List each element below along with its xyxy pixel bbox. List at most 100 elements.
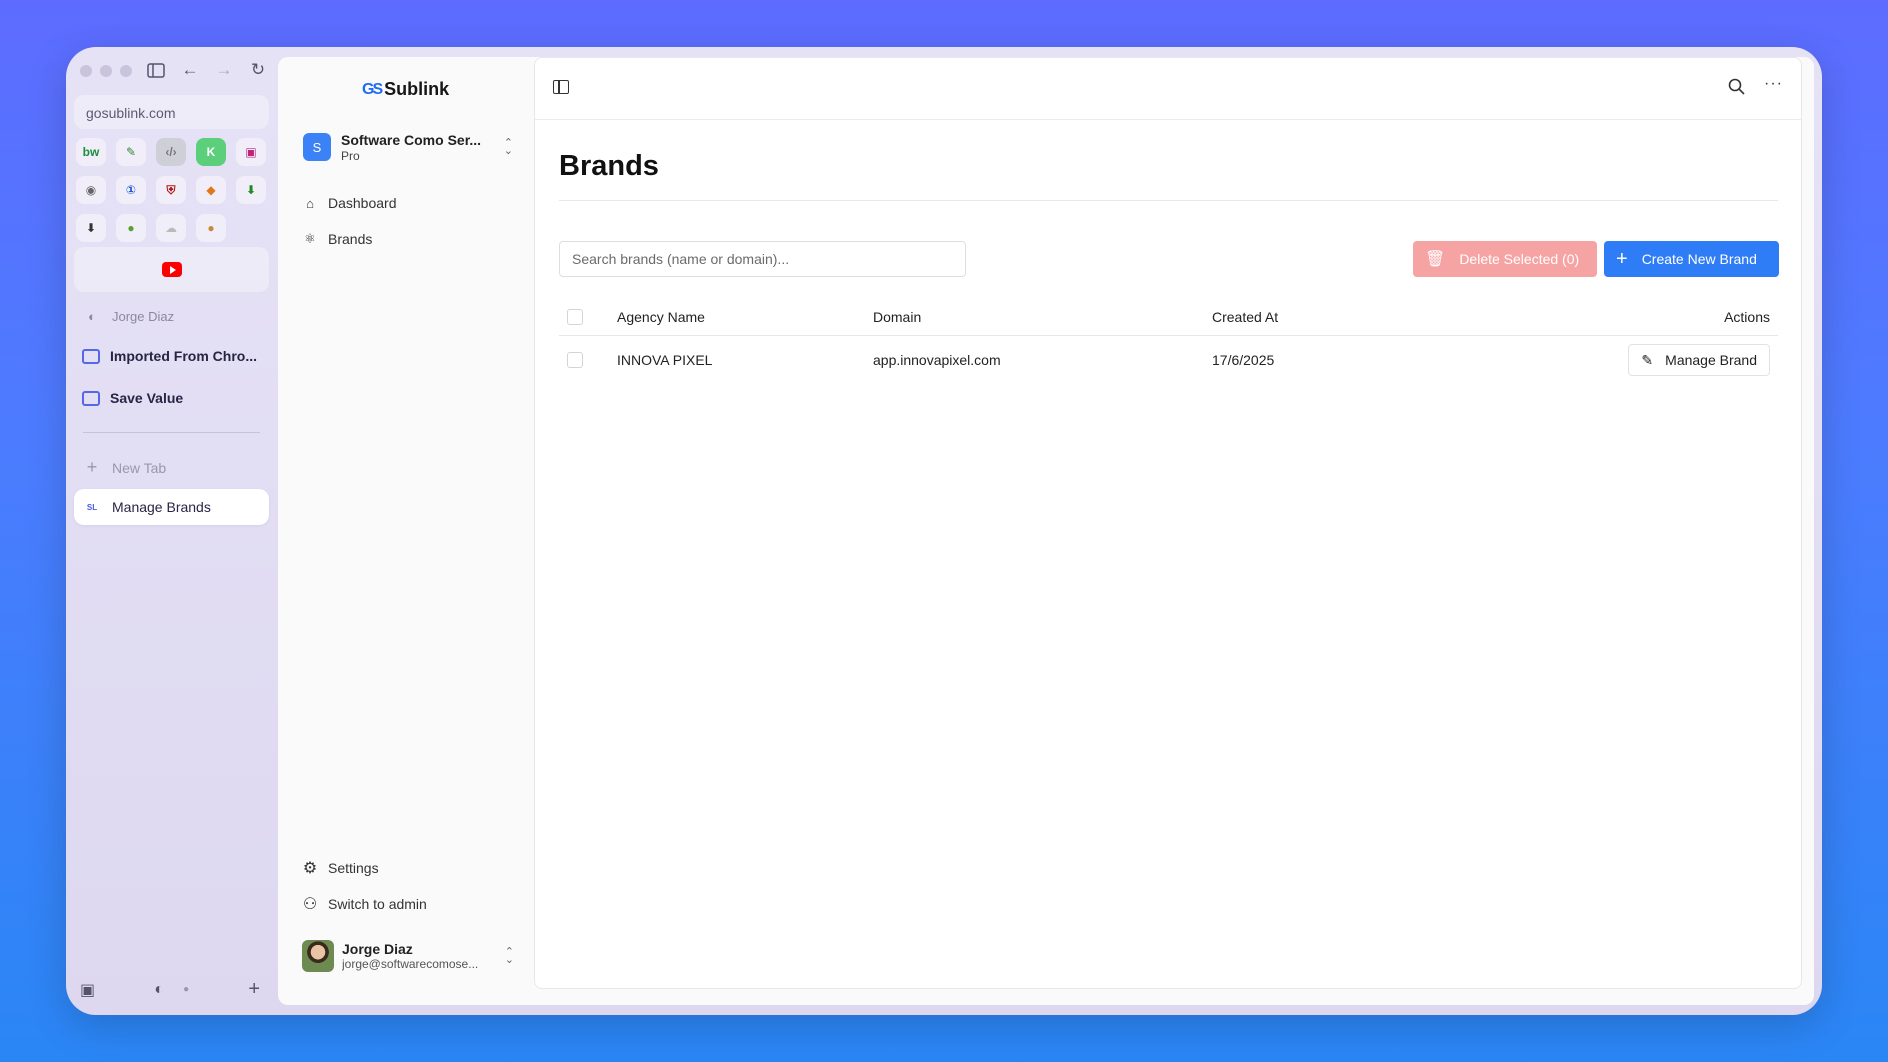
search-icon[interactable] [1728,78,1745,100]
user-name: Jorge Diaz [342,941,413,957]
logo-mark-icon: GS [362,80,383,98]
column-header: Actions [1724,308,1770,325]
archive-icon[interactable]: ▣ [80,980,95,1000]
window-controls [80,65,132,77]
profile-row[interactable]: ◐ Jorge Diaz [74,309,269,324]
space-dot-icon[interactable]: ● [183,984,189,995]
chevron-up-down-icon: ⌃ ⌄ [504,946,514,966]
new-tab-button[interactable]: + New Tab [74,457,269,478]
1password-favicon-icon[interactable]: ① [116,176,146,204]
user-cog-icon: ⚇ [302,896,318,913]
sidebar-item-label: Dashboard [328,195,397,211]
chevron-up-down-icon: ⌃ ⌄ [503,137,513,157]
logo-text: Sublink [384,79,450,99]
app-sidebar: GS Sublink S Software Como Ser... Pro ⌃ ⌄… [278,57,534,1005]
table-row: INNOVA PIXEL app.innovapixel.com 17/6/20… [559,336,1778,384]
agency-name-cell: INNOVA PIXEL [617,352,713,368]
folder-label: Imported From Chro... [110,348,257,364]
column-header[interactable]: Agency Name [617,309,705,325]
column-header[interactable]: Domain [873,309,921,325]
top-bar: ··· [535,58,1801,120]
sidebar-item-label: Settings [328,860,379,876]
search-input[interactable] [559,241,966,277]
sublink-favicon-icon: SL [86,502,98,512]
atom-icon: ⚛ [304,231,316,246]
folder-imported[interactable]: Imported From Chro... [74,348,269,364]
sidebar-item-dashboard[interactable]: ⌂ Dashboard [302,195,397,211]
cloud-favicon-icon[interactable]: ☁ [156,214,186,242]
panel-toggle-icon[interactable] [553,80,569,94]
delete-label: Delete Selected (0) [1459,251,1580,267]
download-favicon-icon[interactable]: ⬇ [236,176,266,204]
sidebar-item-settings[interactable]: ⚙ Settings [302,858,379,878]
close-window-button[interactable] [80,65,92,77]
browser-sidebar: ← → ↻ gosublink.com bw ✎ ‹/› K ▣ ◉ ① ⛨ ◆… [66,47,272,1015]
pencil-icon: ✎ [1641,351,1654,368]
forward-arrow-icon[interactable]: → [212,58,236,82]
sidebar-divider [83,432,260,433]
sidebar-item-label: Switch to admin [328,896,427,912]
bw-favicon-icon[interactable]: bw [76,138,106,166]
download-box-favicon-icon[interactable]: ⬇ [76,214,106,242]
pinned-tab-youtube[interactable] [74,247,269,292]
pinned-favicons: bw ✎ ‹/› K ▣ ◉ ① ⛨ ◆ ⬇ ⬇ ● ☁ ● [76,138,266,242]
camera-favicon-icon[interactable]: ◉ [76,176,106,204]
gear-icon: ⚙ [302,860,318,877]
create-brand-button[interactable]: + Create New Brand [1604,241,1779,277]
folder-icon [82,348,100,364]
planet-icon[interactable]: ◐ [154,981,164,999]
new-tab-label: New Tab [112,459,167,476]
fox-favicon-icon[interactable]: ◆ [196,176,226,204]
sidebar-toggle-icon[interactable] [144,58,168,82]
row-checkbox[interactable] [567,352,583,368]
column-header[interactable]: Created At [1212,309,1278,325]
table-header: Agency Name Domain Created At Actions [559,298,1778,336]
folder-label: Save Value [110,390,184,406]
brands-table: Agency Name Domain Created At Actions IN… [559,298,1778,384]
url-bar[interactable]: gosublink.com [74,95,269,129]
select-all-checkbox[interactable] [567,308,583,325]
apple-favicon-icon[interactable]: ● [116,214,146,242]
screen-favicon-icon[interactable]: ▣ [236,138,266,166]
planet-icon: ◐ [88,309,96,324]
code-favicon-icon[interactable]: ‹/› [156,138,186,166]
avatar [302,940,334,972]
reload-icon[interactable]: ↻ [246,58,270,82]
cookie-favicon-icon[interactable]: ● [196,214,226,242]
team-switcher[interactable]: S Software Como Ser... Pro ⌃ ⌄ [303,127,513,167]
sublink-logo[interactable]: GS Sublink [362,79,449,100]
team-avatar: S [303,133,331,161]
page-title: Brands [559,150,659,182]
minimize-window-button[interactable] [100,65,112,77]
shield-favicon-icon[interactable]: ⛨ [156,176,186,204]
browser-nav: ← → ↻ [144,58,270,82]
user-email: jorge@softwarecomose... [342,957,479,971]
user-menu[interactable]: Jorge Diaz jorge@softwarecomose... ⌃ ⌄ [302,940,514,972]
maximize-window-button[interactable] [120,65,132,77]
trash-icon: 🗑 [1425,251,1446,268]
manage-brand-button[interactable]: ✎ Manage Brand [1628,344,1770,376]
folder-save-value[interactable]: Save Value [74,390,269,406]
tab-manage-brands[interactable]: SL Manage Brands [74,489,269,525]
sidebar-footer: ▣ ◐ ● + [80,978,260,1001]
create-label: Create New Brand [1641,251,1757,267]
browser-window: ← → ↻ gosublink.com bw ✎ ‹/› K ▣ ◉ ① ⛨ ◆… [66,47,1822,1015]
divider [559,200,1778,201]
pen-favicon-icon[interactable]: ✎ [116,138,146,166]
sidebar-item-switch-admin[interactable]: ⚇ Switch to admin [302,894,427,914]
team-name: Software Como Ser... [341,131,482,148]
folder-icon [82,390,100,406]
plus-icon: + [86,457,98,477]
delete-selected-button[interactable]: 🗑 Delete Selected (0) [1413,241,1597,277]
youtube-icon [161,262,182,277]
back-arrow-icon[interactable]: ← [178,58,202,82]
sidebar-item-brands[interactable]: ⚛ Brands [302,231,372,247]
main-panel: ··· Brands 🗑 Delete Selected (0) + Creat… [534,57,1802,989]
k-favicon-icon[interactable]: K [196,138,226,166]
profile-name: Jorge Diaz [112,309,175,324]
tab-label: Manage Brands [112,499,211,515]
plus-icon: + [1616,247,1628,270]
more-icon[interactable]: ··· [1764,75,1783,93]
created-at-cell: 17/6/2025 [1212,352,1275,368]
add-space-icon[interactable]: + [248,978,260,1001]
